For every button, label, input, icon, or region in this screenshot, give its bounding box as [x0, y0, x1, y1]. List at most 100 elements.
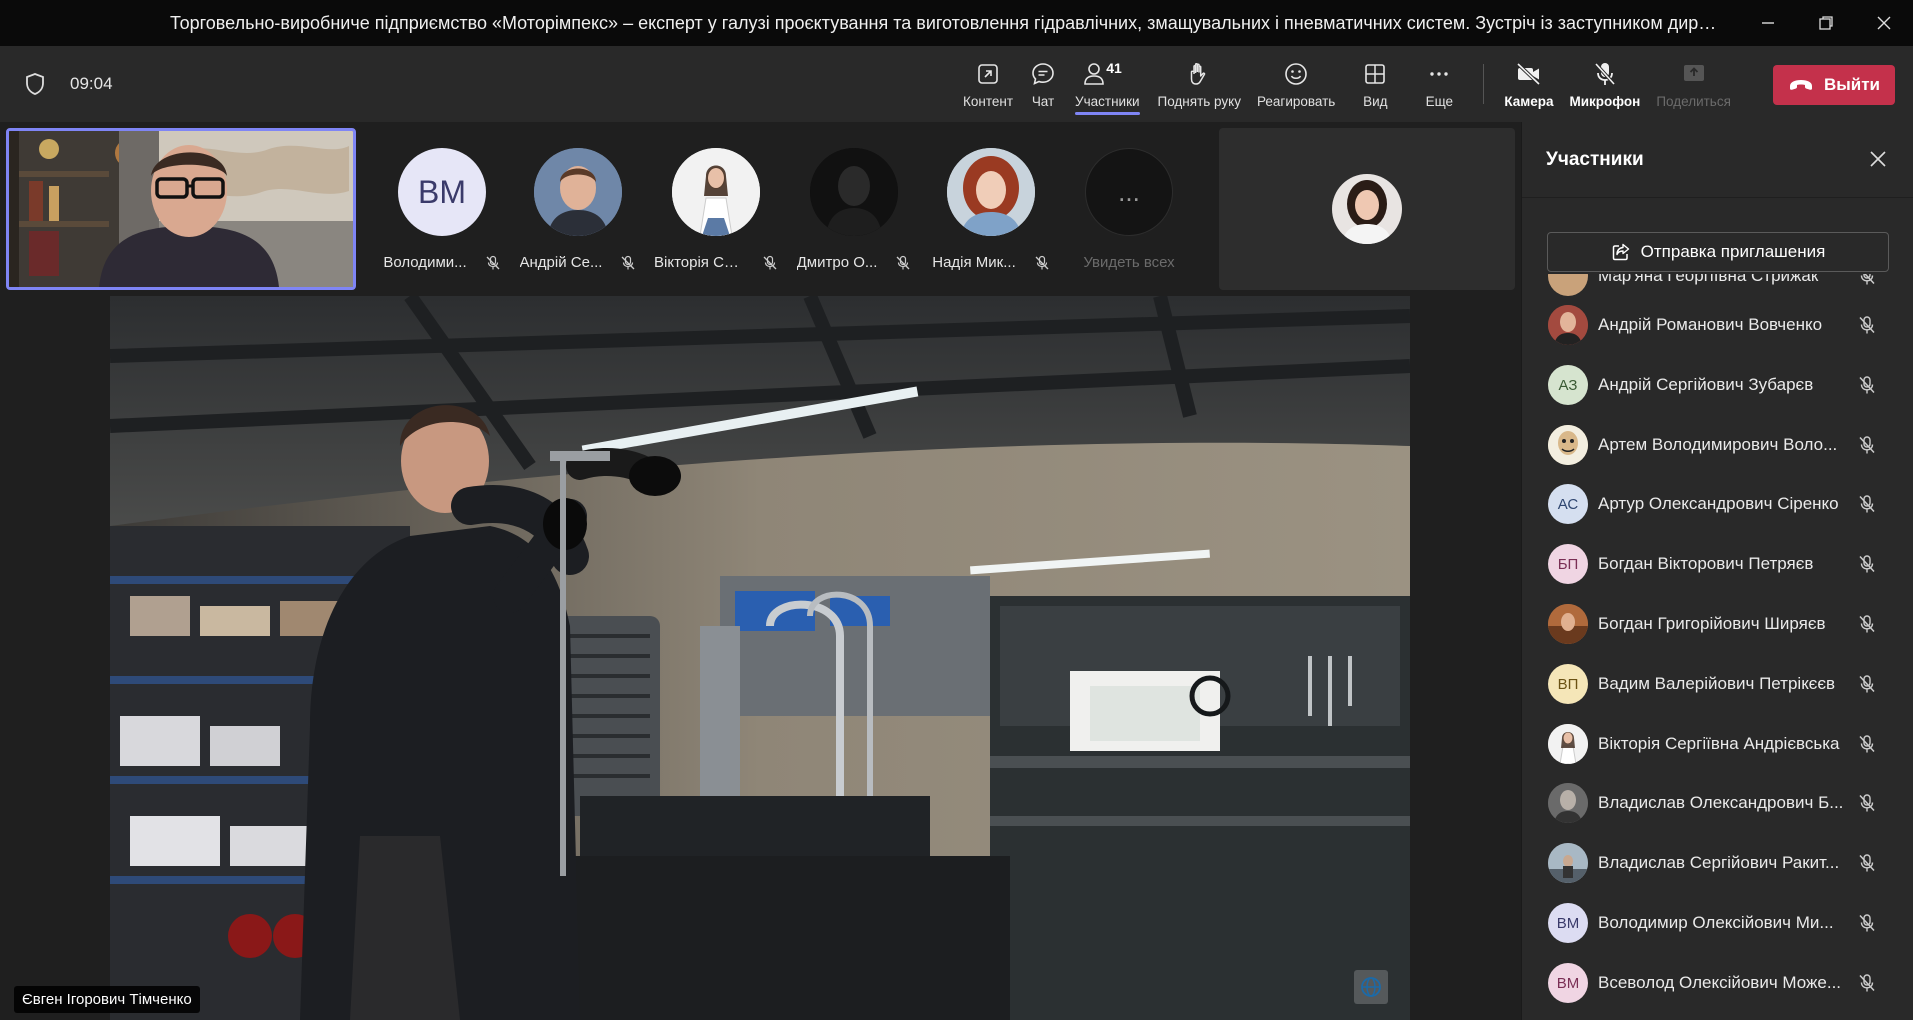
avatar: АС: [1548, 484, 1588, 524]
leave-button[interactable]: Выйти: [1773, 65, 1895, 105]
list-item[interactable]: Вікторія Сергіївна Андрієвська: [1522, 714, 1913, 774]
more-button[interactable]: Еще: [1407, 46, 1471, 122]
grid-view-icon: [1365, 63, 1386, 84]
participant-name: Богдан Григорійович Ширяєв: [1598, 614, 1826, 633]
participant-thumb[interactable]: Вікторія Се...: [651, 148, 781, 271]
participant-name: Владислав Олександрович Б...: [1598, 793, 1844, 812]
participant-thumb[interactable]: Андрій Се...: [513, 148, 643, 271]
self-video-image: [9, 131, 353, 287]
participant-name: Артур Олександрович Сіренко: [1598, 494, 1839, 513]
list-item[interactable]: ВМ Володимир Олексійович Ми...: [1522, 893, 1913, 953]
avatar: [1548, 305, 1588, 345]
list-item[interactable]: ВМ Всеволод Олексійович Може...: [1522, 953, 1913, 1013]
participants-list: Мар'яна Георгіївна Стрижак Андрій Романо…: [1522, 274, 1913, 1020]
more-icon: [1430, 71, 1449, 76]
speaker-name-tag: Євген Ігорович Тімченко: [14, 986, 200, 1013]
participant-name: Артем Володимирович Воло...: [1598, 435, 1838, 454]
avatar: [1548, 274, 1588, 296]
share-tray-icon: [1683, 64, 1704, 81]
chat-button[interactable]: Чат: [1021, 46, 1065, 122]
avatar: [1548, 843, 1588, 883]
raise-hand-label: Поднять руку: [1157, 93, 1241, 109]
participants-label: Участники: [1075, 93, 1140, 109]
list-item[interactable]: БП Богдан Вікторович Петряєв: [1522, 534, 1913, 594]
see-all-button[interactable]: ... Увидеть всех: [1064, 148, 1194, 271]
share-content-icon: [978, 63, 998, 84]
participant-name: Всеволод Олексійович Може...: [1598, 973, 1842, 992]
participant-strip: ВМ Володими... Андрій Се... Вікторія Се.…: [0, 122, 1521, 296]
avatar: ВП: [1548, 664, 1588, 704]
window-controls: [1739, 0, 1913, 46]
raise-hand-button[interactable]: Поднять руку: [1150, 46, 1249, 122]
mic-off-icon: [1859, 436, 1875, 454]
participant-thumb[interactable]: Дмитро О...: [789, 148, 919, 271]
list-item[interactable]: Андрій Романович Вовченко: [1522, 295, 1913, 355]
avatar: [947, 148, 1035, 236]
participant-thumb[interactable]: ВМ Володими...: [377, 148, 507, 271]
more-label: Еще: [1425, 93, 1454, 109]
avatar: ВМ: [398, 148, 486, 236]
mic-off-icon: [1859, 914, 1875, 932]
list-item[interactable]: АЗ Андрій Сергійович Зубарєв: [1522, 355, 1913, 415]
share-label: Поделиться: [1656, 93, 1731, 109]
mic-off-icon: [1594, 62, 1616, 85]
participants-panel: Участники Отправка приглашения Мар'яна Г…: [1521, 122, 1913, 1020]
list-item[interactable]: Богдан Григорійович Ширяєв: [1522, 594, 1913, 654]
invite-label: Отправка приглашения: [1640, 242, 1826, 261]
participant-thumb-name: Андрій Се...: [519, 254, 603, 271]
list-item[interactable]: АС Артур Олександрович Сіренко: [1522, 474, 1913, 534]
shared-video[interactable]: [110, 296, 1410, 1020]
list-item[interactable]: Владислав Олександрович Б...: [1522, 773, 1913, 833]
mic-off-icon: [1859, 555, 1875, 573]
participant-thumb-name: Дмитро О...: [796, 254, 878, 271]
avatar: [534, 148, 622, 236]
participants-button[interactable]: 41 Участники: [1065, 46, 1150, 122]
content-button[interactable]: Контент: [955, 46, 1021, 122]
meeting-timer: 09:04: [70, 74, 113, 93]
self-video-tile[interactable]: [6, 128, 356, 290]
avatar: [1548, 604, 1588, 644]
mic-off-icon: [1859, 974, 1875, 992]
share-arrow-icon: [1612, 243, 1629, 261]
invite-button[interactable]: Отправка приглашения: [1547, 232, 1889, 272]
view-label: Вид: [1363, 93, 1388, 109]
chat-icon: [1032, 62, 1054, 85]
avatar: [1548, 783, 1588, 823]
avatar: [1332, 174, 1402, 244]
people-icon: [1084, 62, 1105, 85]
avatar: [810, 148, 898, 236]
participant-thumb[interactable]: Надія Мик...: [926, 148, 1056, 271]
participant-name: Вікторія Сергіївна Андрієвська: [1598, 734, 1840, 753]
restore-icon[interactable]: [1797, 0, 1855, 46]
react-button[interactable]: Реагировать: [1249, 46, 1343, 122]
avatar: ВМ: [1548, 903, 1588, 943]
shield-icon[interactable]: [24, 72, 46, 96]
content-label: Контент: [963, 93, 1014, 109]
main-stage: Євген Ігорович Тімченко: [0, 296, 1521, 1020]
avatar: [1548, 724, 1588, 764]
avatar: [672, 148, 760, 236]
mic-off-icon: [1860, 274, 1875, 285]
phone-hangup-icon: [1789, 80, 1812, 90]
list-item[interactable]: ВП Вадим Валерійович Петрікєєв: [1522, 654, 1913, 714]
list-item[interactable]: Владислав Сергійович Ракит...: [1522, 833, 1913, 893]
view-button[interactable]: Вид: [1343, 46, 1407, 122]
share-button[interactable]: Поделиться: [1648, 46, 1739, 122]
react-label: Реагировать: [1256, 93, 1336, 109]
participant-thumb-name: Вікторія Се...: [654, 254, 744, 271]
participant-name: Богдан Вікторович Петряєв: [1598, 554, 1814, 573]
microphone-button[interactable]: Микрофон: [1562, 46, 1649, 122]
globe-icon[interactable]: [1354, 970, 1388, 1004]
minimize-icon[interactable]: [1739, 0, 1797, 46]
close-icon[interactable]: [1869, 150, 1887, 168]
participant-thumb-name: Володими...: [383, 254, 467, 271]
more-participants-icon: ...: [1085, 148, 1173, 236]
camera-button[interactable]: Камера: [1496, 46, 1561, 122]
participant-name: Мар'яна Георгіївна Стрижак: [1598, 274, 1819, 285]
close-icon[interactable]: [1855, 0, 1913, 46]
panel-title: Участники: [1522, 122, 1913, 198]
microphone-label: Микрофон: [1569, 93, 1641, 109]
camera-off-icon: [1516, 62, 1541, 85]
participant-video-tile[interactable]: [1219, 128, 1515, 290]
list-item[interactable]: Артем Володимирович Воло...: [1522, 415, 1913, 475]
